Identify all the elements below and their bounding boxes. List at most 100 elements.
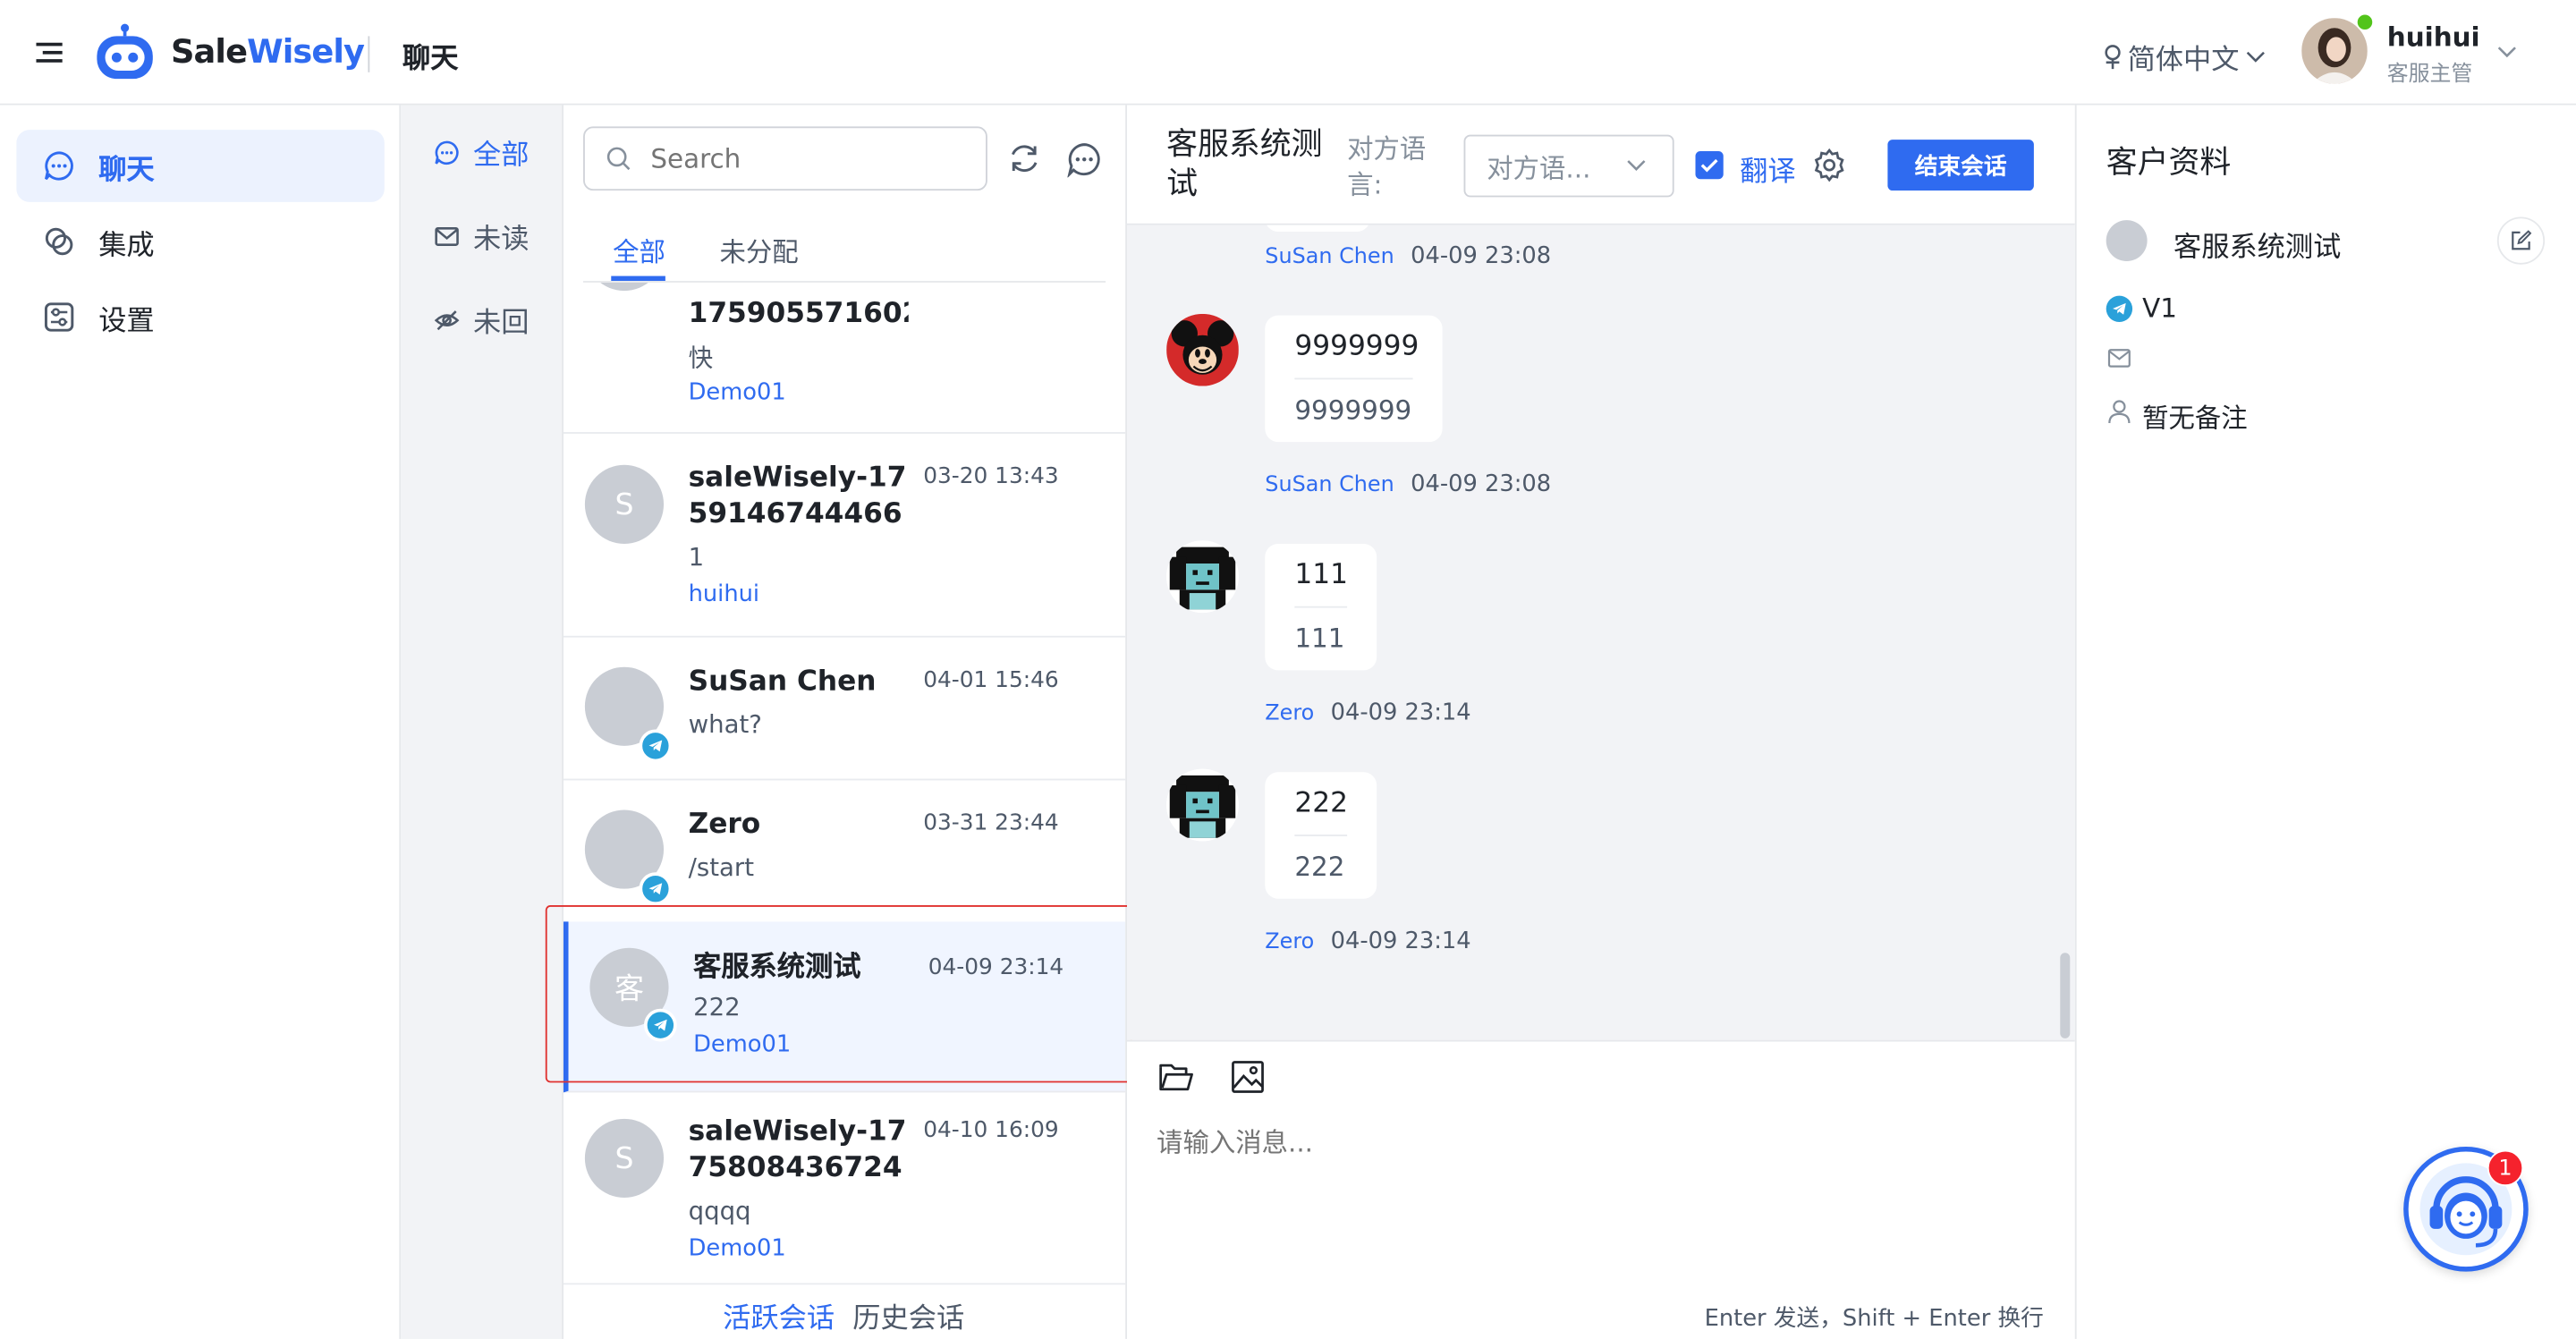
- message-meta: Zero 04-09 23:14: [1265, 928, 1470, 954]
- filter-label: 未读: [472, 223, 530, 257]
- session-tabs: 活跃会话 历史会话: [564, 1284, 1126, 1339]
- nav-item-chat[interactable]: 聊天: [16, 130, 385, 202]
- message-meta: SuSan Chen 04-09 23:08: [1265, 243, 1551, 269]
- top-header: SaleWisely 聊天 简体中文 huihui 客服主管: [0, 0, 2576, 106]
- chevron-down-icon: [1626, 159, 1646, 173]
- notification-badge: 1: [2487, 1149, 2524, 1187]
- page-title: 聊天: [402, 42, 459, 76]
- nav-item-settings[interactable]: 设置: [16, 281, 384, 353]
- header-divider: [368, 36, 370, 72]
- filter-label: 全部: [472, 140, 530, 173]
- conversation-list-panel: S 1759055716025 快 Demo01 全部 未分配: [564, 105, 1128, 1339]
- contact-avatar: S: [584, 464, 665, 544]
- assigned-agent: Demo01: [688, 379, 786, 406]
- chat-scrollbar[interactable]: [2060, 953, 2071, 1038]
- customer-channel: V1: [2142, 292, 2177, 324]
- refresh-icon[interactable]: [1007, 141, 1042, 176]
- tab-active-sessions[interactable]: 活跃会话: [723, 1294, 835, 1336]
- last-message: qqqq: [688, 1196, 751, 1226]
- sender-name: Zero: [1265, 701, 1315, 726]
- language-label: 简体中文: [2127, 44, 2240, 78]
- message-translated-text: 111: [1294, 623, 1345, 655]
- link-icon: [43, 225, 76, 258]
- conversation-item[interactable]: S saleWisely-1759146744466 03-20 13:43 1…: [564, 434, 1126, 638]
- message-original-text: 111: [1294, 544, 1348, 608]
- message-translated-text: 9999999: [1294, 394, 1412, 426]
- tab-history-sessions[interactable]: 历史会话: [852, 1294, 964, 1336]
- message-meta: SuSan Chen 04-09 23:08: [1265, 471, 1551, 497]
- chevron-down-icon: [2246, 50, 2266, 64]
- nav-item-label: 聊天: [98, 153, 155, 187]
- telegram-icon: [639, 729, 673, 763]
- conversation-time: 03-31 23:44: [923, 809, 1059, 836]
- conversation-time: 04-09 23:14: [928, 954, 1064, 981]
- message-input[interactable]: [1157, 1120, 2044, 1268]
- robot-logo-icon: [92, 23, 157, 82]
- folder-icon[interactable]: [1158, 1062, 1194, 1095]
- message-translated-text: 222: [1294, 851, 1345, 883]
- chat-title: 客服系统测试: [1166, 126, 1323, 202]
- telegram-icon: [639, 872, 673, 906]
- target-language-select[interactable]: 对方语...: [1463, 134, 1674, 198]
- customer-profile-title: 客户资料: [2106, 144, 2232, 182]
- nav-item-integration[interactable]: 集成: [16, 206, 384, 278]
- contact-name: 客服系统测试: [693, 951, 861, 985]
- customer-name: 客服系统测试: [2174, 231, 2342, 265]
- last-message: 快: [688, 343, 714, 373]
- assigned-agent: Demo01: [688, 1235, 786, 1262]
- sender-name: Zero: [1265, 929, 1315, 955]
- filter-label: 未回: [472, 307, 530, 341]
- translate-checkbox[interactable]: [1695, 150, 1724, 180]
- app-logo-text: SaleWisely: [171, 30, 365, 71]
- menu-icon[interactable]: [36, 41, 63, 64]
- translate-label: 翻译: [1740, 156, 1796, 190]
- filter-all[interactable]: 全部: [434, 131, 530, 173]
- language-selector[interactable]: 简体中文: [2101, 36, 2266, 77]
- conversation-item[interactable]: Zero 03-31 23:44 /start: [564, 780, 1125, 921]
- nav-item-label: 集成: [98, 229, 155, 262]
- online-status-dot: [2355, 13, 2375, 31]
- conversation-time: 04-01 15:46: [923, 666, 1059, 694]
- sender-name: SuSan Chen: [1265, 244, 1394, 270]
- customer-avatar: [2106, 220, 2148, 262]
- tab-unassigned[interactable]: 未分配: [719, 230, 798, 269]
- edit-customer-icon[interactable]: [2496, 216, 2546, 265]
- chat-bubble-icon: [43, 149, 76, 182]
- message-bubble: 111 111: [1265, 543, 1377, 671]
- assigned-agent: huihui: [688, 581, 760, 608]
- sender-name: SuSan Chen: [1265, 472, 1394, 498]
- search-input[interactable]: [647, 140, 967, 176]
- conversation-item[interactable]: S saleWisely-1775808436724 04-10 16:09 q…: [564, 1096, 1126, 1285]
- filter-unread[interactable]: 未读: [434, 216, 530, 257]
- message-time: 04-09 23:14: [1330, 699, 1471, 726]
- chat-header: 客服系统测试 对方语 言: 对方语... 翻译 结束会话: [1127, 105, 2075, 225]
- last-message: 222: [693, 992, 741, 1022]
- chat-bubble-icon: [434, 139, 460, 165]
- search-box: [583, 126, 987, 191]
- last-message: what?: [688, 709, 762, 740]
- contact-name: 1759055716025: [688, 297, 909, 331]
- chat-messages-area: SuSan Chen 04-09 23:08 9999999 9999999 Su…: [1127, 225, 2075, 1040]
- image-icon[interactable]: [1231, 1060, 1266, 1095]
- filter-unreplied[interactable]: 未回: [434, 299, 530, 341]
- message-bubble: 222 222: [1265, 772, 1377, 899]
- message-composer: Enter 发送，Shift + Enter 换行: [1127, 1039, 2075, 1339]
- conversation-item[interactable]: SuSan Chen 04-01 15:46 what?: [564, 638, 1126, 781]
- user-menu-chevron-icon[interactable]: [2497, 46, 2517, 59]
- message-time: 04-09 23:14: [1330, 928, 1471, 955]
- mickey-avatar: [1166, 313, 1239, 386]
- user-name: huihui: [2386, 21, 2480, 53]
- mail-icon: [2107, 348, 2131, 368]
- tab-all[interactable]: 全部: [613, 230, 665, 269]
- search-icon: [606, 146, 631, 171]
- gear-icon[interactable]: [1812, 148, 1847, 182]
- nav-item-label: 设置: [98, 304, 155, 338]
- tab-divider: [583, 281, 1106, 283]
- pixel-avatar: [1166, 768, 1239, 842]
- conversation-list-header: 全部 未分配: [564, 105, 1126, 283]
- message-time: 04-09 23:08: [1411, 242, 1552, 270]
- conversation-item-selected[interactable]: 客 客服系统测试 04-09 23:14 222 Demo01: [564, 921, 1126, 1093]
- end-session-button[interactable]: 结束会话: [1887, 140, 2034, 191]
- pixel-avatar: [1166, 540, 1239, 614]
- new-chat-icon[interactable]: [1066, 141, 1102, 178]
